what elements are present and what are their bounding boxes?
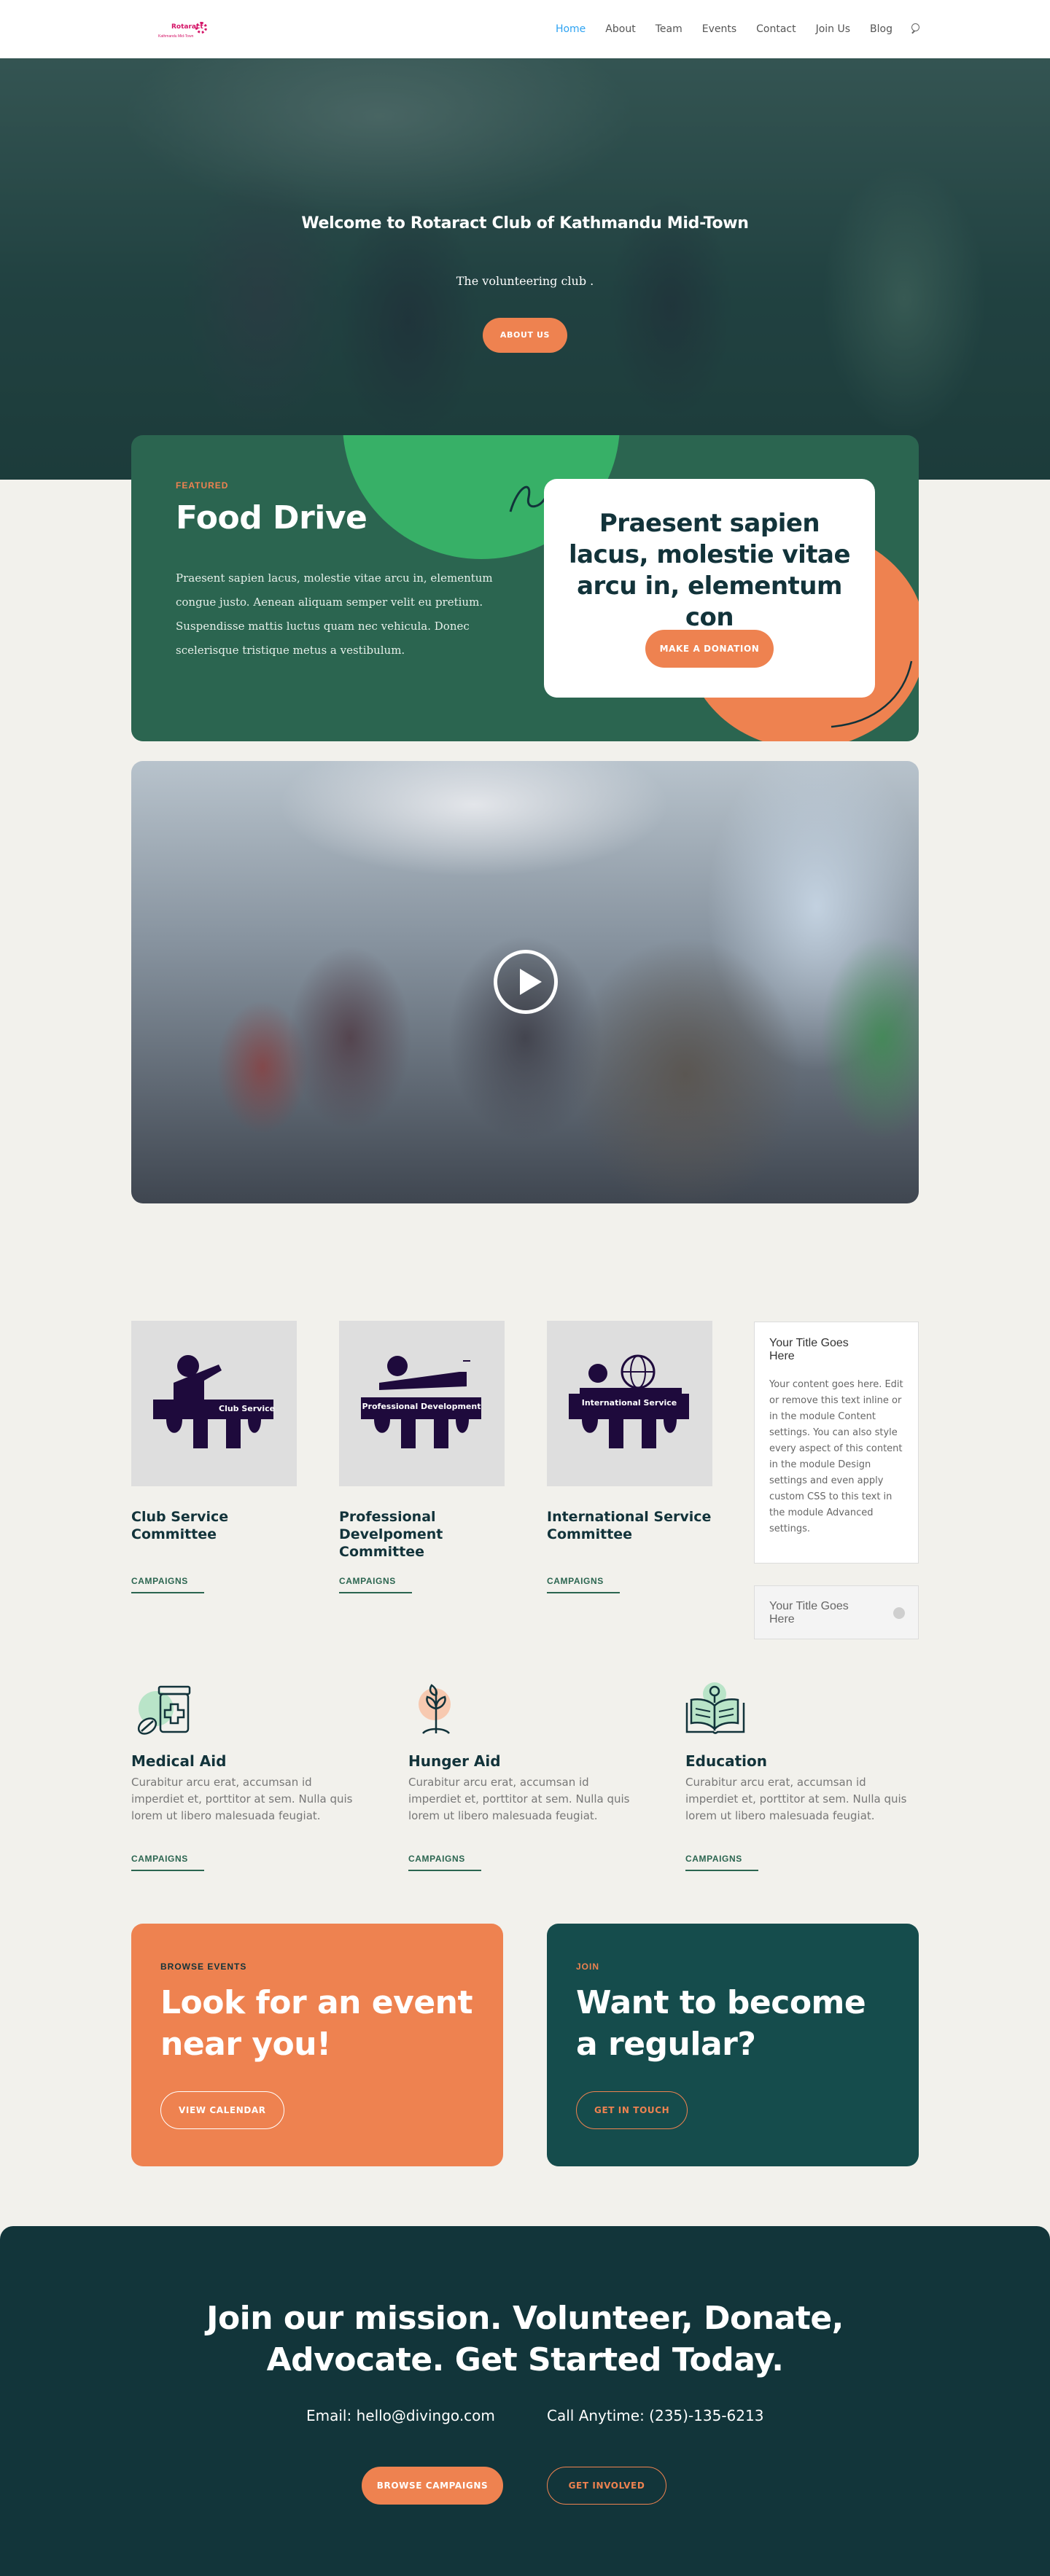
featured-tag: FEATURED [176,480,229,491]
join-title: Want to become a regular? [576,1984,866,2063]
play-icon[interactable] [494,950,558,1014]
nav-join-us[interactable]: Join Us [816,23,850,35]
footer-cta: Join our mission. Volunteer, Donate, Adv… [0,2226,1050,2576]
toggle-title: Your Title Goes Here [769,1600,849,1625]
feature-title: Education [685,1752,767,1770]
donation-card: Praesent sapien lacus, molestie vitae ar… [544,479,875,698]
committee-name: Club Service Committee [131,1509,229,1542]
hero-subtitle: The volunteering club . [456,274,594,288]
medicine-bottle-icon [131,1674,197,1739]
browse-events-card: BROWSE EVENTS Look for an event near you… [131,1924,503,2166]
footer-title: Join our mission. Volunteer, Donate, Adv… [206,2300,844,2378]
make-donation-button[interactable]: MAKE A DONATION [645,630,774,668]
nav-home[interactable]: Home [556,23,586,35]
committee-name: Professional Develpoment Committee [339,1509,443,1560]
toggle-plus-icon[interactable] [893,1607,905,1619]
nav-about[interactable]: About [605,23,635,35]
view-calendar-button[interactable]: VIEW CALENDAR [160,2091,284,2129]
nav-events[interactable]: Events [702,23,736,35]
committee-card: Professional Development Professional De… [339,1321,505,1593]
site-header: Rotaract Kathmandu Mid-Town Home About T… [0,0,1050,58]
feature-description: Curabitur arcu erat, accumsan id imperdi… [131,1776,353,1822]
toggle-content: Your content goes here. Edit or remove t… [769,1379,903,1534]
hero-title: Welcome to Rotaract Club of Kathmandu Mi… [301,214,749,233]
feature-description: Curabitur arcu erat, accumsan id imperdi… [685,1776,907,1822]
toggle-open[interactable]: Your Title Goes Here Your content goes h… [754,1322,919,1564]
browse-events-tag: BROWSE EVENTS [160,1962,247,1972]
feature-hunger-aid: Hunger Aid Curabitur arcu erat, accumsan… [408,1674,649,1871]
nav-team[interactable]: Team [656,23,682,35]
toggle-closed[interactable]: Your Title Goes Here [754,1585,919,1639]
search-icon[interactable] [910,22,920,36]
international-service-logo: International Service [547,1321,712,1486]
rotary-wheel-icon [195,22,207,34]
committee-emblem-icon: Professional Development [361,1356,481,1448]
club-service-logo: Club Service [131,1321,297,1486]
toggle-title: Your Title Goes Here [769,1337,849,1362]
campaigns-link[interactable]: CAMPAIGNS [685,1854,758,1871]
campaigns-link[interactable]: CAMPAIGNS [131,1576,204,1593]
featured-title: Food Drive [176,499,368,536]
rotaract-logo[interactable]: Rotaract Kathmandu Mid-Town [157,19,211,41]
professional-development-logo: Professional Development [339,1321,505,1486]
footer-email[interactable]: Email: hello@divingo.com [306,2407,495,2424]
committee-emblem-label: Professional Development [362,1402,481,1411]
nav-contact[interactable]: Contact [756,23,796,35]
open-book-icon [685,1674,751,1739]
donation-card-title: Praesent sapien lacus, molestie vitae ar… [568,509,851,632]
get-in-touch-button[interactable]: GET IN TOUCH [576,2091,688,2129]
footer-phone[interactable]: Call Anytime: (235)-135-6213 [547,2407,763,2424]
campaigns-link[interactable]: CAMPAIGNS [339,1576,412,1593]
feature-medical-aid: Medical Aid Curabitur arcu erat, accumsa… [131,1674,372,1871]
hero-section: Welcome to Rotaract Club of Kathmandu Mi… [0,58,1050,480]
main-nav: Home About Team Events Contact Join Us B… [536,22,920,36]
feature-description: Curabitur arcu erat, accumsan id imperdi… [408,1776,630,1822]
committee-emblem-icon: International Service [569,1354,689,1448]
featured-campaign: FEATURED Food Drive Praesent sapien lacu… [131,435,919,741]
campaigns-link[interactable]: CAMPAIGNS [547,1576,620,1593]
feature-title: Medical Aid [131,1752,227,1770]
get-involved-button[interactable]: GET INVOLVED [547,2467,666,2505]
feature-title: Hunger Aid [408,1752,501,1770]
join-card: JOIN Want to become a regular? GET IN TO… [547,1924,919,2166]
campaigns-link[interactable]: CAMPAIGNS [408,1854,481,1871]
page: Rotaract Kathmandu Mid-Town Home About T… [0,0,1050,2576]
logo-subtitle: Kathmandu Mid-Town [158,34,194,39]
browse-campaigns-button[interactable]: BROWSE CAMPAIGNS [362,2467,503,2505]
committee-emblem-icon: Club Service [153,1355,275,1448]
committee-name: International Service Committee [547,1509,712,1542]
committee-card: Club Service Club Service Committee CAMP… [131,1321,297,1593]
feature-education: Education Curabitur arcu erat, accumsan … [685,1674,926,1871]
featured-description: Praesent sapien lacus, molestie vitae ar… [176,571,493,657]
plant-sprout-icon [408,1674,474,1739]
committee-emblem-label: Club Service [219,1404,275,1413]
browse-events-title: Look for an event near you! [160,1984,473,2063]
nav-blog[interactable]: Blog [870,23,892,35]
about-us-button[interactable]: ABOUT US [483,318,567,353]
video-player[interactable] [131,761,919,1203]
campaigns-link[interactable]: CAMPAIGNS [131,1854,204,1871]
committee-card: International Service International Serv… [547,1321,712,1593]
committee-emblem-label: International Service [582,1398,677,1408]
join-tag: JOIN [576,1962,600,1972]
